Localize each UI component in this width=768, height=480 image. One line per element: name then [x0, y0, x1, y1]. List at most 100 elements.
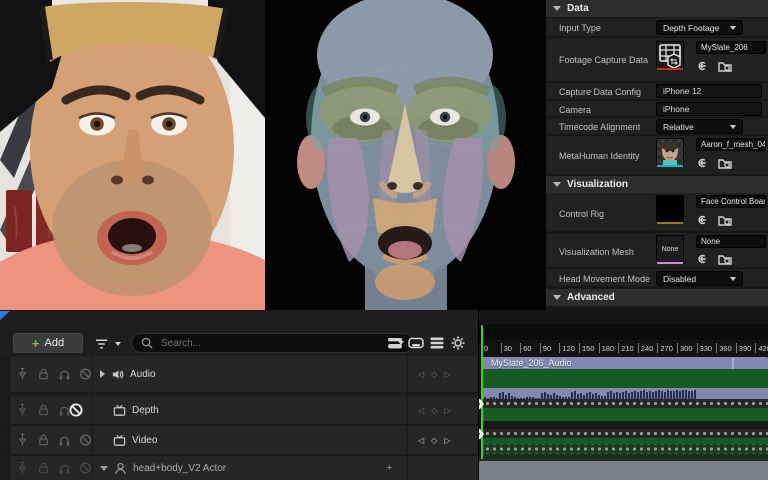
use-selected-icon[interactable] — [697, 156, 711, 170]
browse-asset-icon[interactable] — [718, 252, 732, 266]
solo-headphones-icon[interactable] — [58, 461, 71, 475]
mesh-thumbnail[interactable]: None — [656, 235, 684, 263]
depth-media-section[interactable] — [481, 408, 768, 421]
divider — [92, 426, 93, 454]
keyframe-nav[interactable]: ◁◇▷ — [418, 426, 450, 454]
keyframe-nav[interactable]: ◁◇▷ — [418, 396, 450, 424]
row-head-movement-mode: Head Movement Mode Disabled — [546, 269, 768, 287]
section-visualization[interactable]: Visualization — [546, 176, 768, 193]
search-box[interactable] — [131, 333, 414, 353]
column-divider — [653, 38, 654, 81]
control-rig-thumbnail[interactable] — [656, 195, 684, 223]
video-tv-icon — [113, 404, 126, 417]
track-row-depth[interactable]: Depth ◁◇▷ — [0, 396, 478, 426]
pin-icon[interactable] — [16, 367, 29, 381]
identity-thumbnail[interactable] — [656, 138, 684, 166]
mute-icon-active[interactable] — [69, 403, 83, 417]
keyframe-nav[interactable]: ◁◇▷ — [418, 356, 450, 392]
field-label: Footage Capture Data — [559, 55, 648, 65]
section-advanced[interactable]: Advanced — [546, 289, 768, 306]
head-movement-dropdown[interactable]: Disabled — [656, 271, 743, 286]
expand-arrow-icon[interactable] — [100, 370, 105, 378]
timeline-area[interactable]: 0306090120150180210240270300330360390420… — [478, 310, 768, 480]
browse-asset-icon[interactable] — [718, 59, 732, 73]
row-gutter — [0, 396, 10, 424]
track-name-cell[interactable]: head+body_V2 Actor — [100, 456, 226, 480]
track-row-audio[interactable]: Audio ◁◇▷ — [0, 356, 478, 394]
track-name: head+body_V2 Actor — [133, 463, 226, 474]
asset-name: MySlate_206 — [701, 43, 748, 52]
section-title: Advanced — [567, 292, 615, 303]
mesh-asset-field[interactable]: None — [696, 235, 766, 248]
divider — [92, 356, 93, 392]
search-input[interactable] — [159, 337, 398, 350]
identity-asset-field[interactable]: Aaron_f_mesh_04 — [696, 138, 766, 151]
track-name: Audio — [130, 369, 156, 380]
audio-speaker-icon — [111, 368, 124, 381]
frame-ruler[interactable]: 0306090120150180210240270300330360390420 — [479, 340, 768, 357]
collapse-arrow-icon[interactable] — [553, 295, 561, 300]
add-track-button[interactable]: + Add — [13, 333, 83, 353]
section-start-marker[interactable] — [478, 399, 484, 409]
pin-icon[interactable] — [16, 403, 29, 417]
timeline-range-bar[interactable] — [479, 324, 768, 340]
mute-icon[interactable] — [79, 433, 92, 447]
depth-keyframe-strip[interactable] — [481, 399, 768, 408]
actor-keyframe-strip[interactable] — [481, 444, 768, 454]
ruler-tick: 90 — [540, 343, 551, 353]
row-capture-data-config: Capture Data Config iPhone 12 — [546, 83, 768, 100]
ruler-tick: 60 — [520, 343, 531, 353]
dropdown-value: Depth Footage — [663, 23, 719, 33]
solo-headphones-icon[interactable] — [58, 367, 71, 381]
lock-icon[interactable] — [37, 461, 50, 475]
capture-data-thumbnail[interactable] — [656, 41, 684, 69]
track-list-button[interactable] — [428, 335, 445, 351]
input-type-dropdown[interactable]: Depth Footage — [656, 20, 743, 35]
audio-media-section[interactable] — [481, 369, 768, 388]
collapse-arrow-icon[interactable] — [100, 466, 108, 471]
collapse-arrow-icon[interactable] — [553, 6, 561, 11]
filter-button[interactable] — [94, 336, 128, 352]
browse-asset-icon[interactable] — [718, 213, 732, 227]
lock-icon[interactable] — [37, 367, 50, 381]
browse-asset-icon[interactable] — [718, 156, 732, 170]
audio-section-marker — [732, 358, 734, 369]
section-data[interactable]: Data — [546, 0, 768, 17]
mute-icon[interactable] — [79, 367, 92, 381]
control-rig-asset-field[interactable]: Face Control Board — [696, 195, 766, 208]
ruler-tick: 360 — [716, 343, 732, 353]
use-selected-icon[interactable] — [697, 252, 711, 266]
video-reference-pane[interactable] — [0, 0, 265, 310]
timecode-alignment-dropdown[interactable]: Relative — [656, 119, 743, 134]
track-name-cell[interactable]: Audio — [100, 356, 156, 392]
dropdown-value: Relative — [663, 122, 694, 132]
section-start-marker[interactable] — [478, 429, 484, 439]
keyframe-view-button[interactable] — [386, 335, 403, 351]
track-name-cell[interactable]: Depth — [113, 396, 159, 424]
camera-view-button[interactable] — [407, 335, 424, 351]
mesh-viewport[interactable] — [265, 0, 545, 310]
capture-data-asset-field[interactable]: MySlate_206 — [696, 41, 766, 54]
track-row-video[interactable]: Video ◁◇▷ — [0, 426, 478, 456]
column-divider — [653, 269, 654, 286]
solo-headphones-icon[interactable] — [58, 433, 71, 447]
use-selected-icon[interactable] — [697, 213, 711, 227]
divider — [407, 396, 408, 424]
track-mute-controls — [16, 396, 71, 424]
camera-value[interactable]: iPhone — [656, 102, 762, 116]
lock-icon[interactable] — [37, 433, 50, 447]
pin-icon[interactable] — [16, 433, 29, 447]
pin-icon[interactable] — [16, 461, 29, 475]
lock-icon[interactable] — [37, 403, 50, 417]
use-selected-icon[interactable] — [697, 59, 711, 73]
dropdown-value: Disabled — [663, 274, 696, 284]
mute-icon[interactable] — [79, 461, 92, 475]
settings-button[interactable] — [449, 335, 466, 351]
capture-config-value[interactable]: iPhone 12 — [656, 84, 762, 98]
track-row-actor[interactable]: head+body_V2 Actor + — [0, 456, 478, 480]
track-name-cell[interactable]: Video — [113, 426, 157, 454]
add-section-plus-icon[interactable]: + — [386, 462, 392, 474]
track-mute-controls — [16, 426, 92, 454]
video-keyframe-strip[interactable] — [481, 429, 768, 438]
collapse-arrow-icon[interactable] — [553, 182, 561, 187]
